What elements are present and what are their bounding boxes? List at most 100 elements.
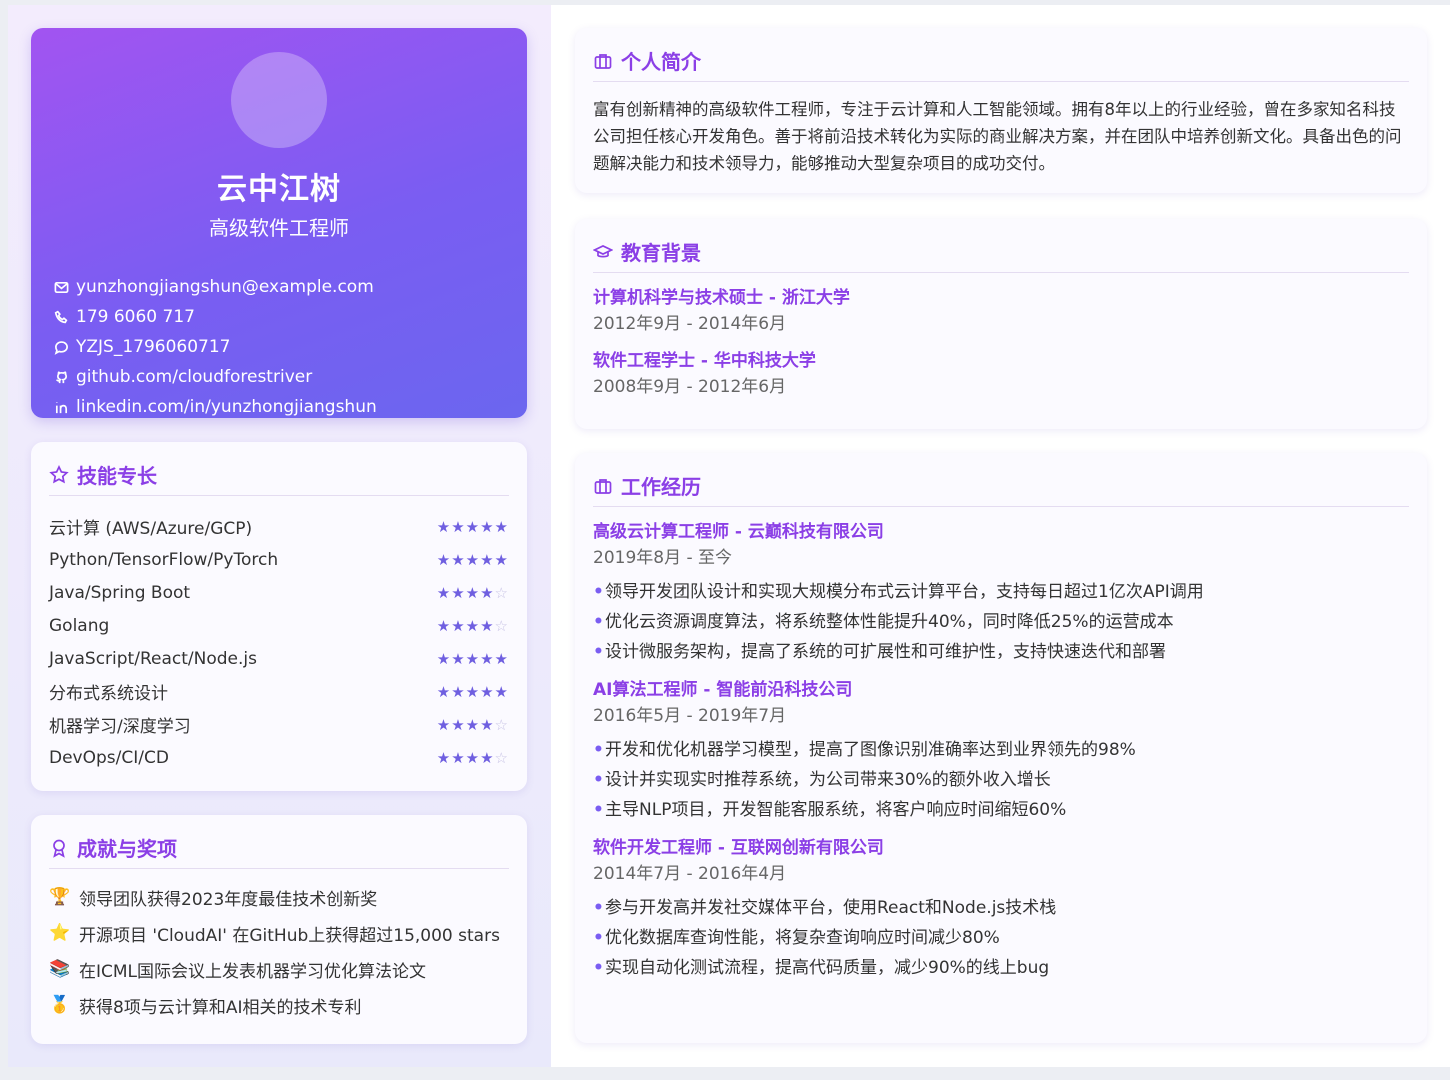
job-bullet: • 开发和优化机器学习模型，提高了图像识别准确率达到业界领先的98% — [593, 740, 1136, 760]
contact-phone-text: 179 6060 717 — [76, 307, 195, 327]
wechat-icon — [53, 339, 69, 355]
medal-icon: 🥇 — [49, 995, 71, 1015]
awards-heading: 成就与奖项 — [77, 837, 177, 861]
skill-name: Python/TensorFlow/PyTorch — [49, 549, 279, 570]
education-item: 软件工程学士 - 华中科技大学 2008年9月 - 2012年6月 — [593, 348, 1409, 400]
job-bullet: • 设计微服务架构，提高了系统的可扩展性和可维护性，支持快速迭代和部署 — [593, 642, 1166, 662]
star-filled-icon: ★ — [451, 649, 466, 668]
work-card: 工作经历 高级云计算工程师 - 云巅科技有限公司 2019年8月 - 至今 • 领… — [575, 453, 1427, 1043]
skill-rating: ★★★★☆ — [437, 749, 509, 767]
job-bullet: • 设计并实现实时推荐系统，为公司带来30%的额外收入增长 — [593, 770, 1051, 790]
star-filled-icon: ★ — [480, 616, 495, 635]
contact-email[interactable]: yunzhongjiangshun@example.com — [53, 272, 377, 302]
star-filled-icon: ★ — [465, 715, 481, 734]
contact-github[interactable]: github.com/cloudforestriver — [53, 362, 377, 392]
star-filled-icon: ★ — [494, 550, 509, 569]
star-filled-icon: ★ — [451, 616, 466, 635]
star-filled-icon: ★ — [451, 682, 466, 701]
intro-card: 个人简介 富有创新精神的高级软件工程师，专注于云计算和人工智能领域。拥有8年以上… — [575, 28, 1427, 193]
education-list: 计算机科学与技术硕士 - 浙江大学 2012年9月 - 2014年6月 软件工程… — [593, 285, 1409, 411]
award-text: 开源项目 'CloudAI' 在GitHub上获得超过15,000 stars — [79, 925, 500, 946]
mail-icon — [53, 279, 69, 295]
job-title: 软件开发工程师 - 互联网创新有限公司 — [593, 838, 884, 858]
star-filled-icon: ★ — [465, 748, 481, 767]
star-filled-icon: ★ — [480, 649, 495, 668]
star-filled-icon: ★ — [465, 682, 481, 701]
award-text: 获得8项与云计算和AI相关的技术专利 — [79, 997, 362, 1018]
star-filled-icon: ★ — [436, 649, 452, 668]
intro-heading: 个人简介 — [621, 50, 701, 74]
job-bullets: • 领导开发团队设计和实现大规模分布式云计算平台，支持每日超过1亿次API调用 •… — [593, 577, 1409, 667]
skill-item: JavaScript/React/Node.js ★★★★★ — [49, 642, 509, 675]
profile-name: 云中江树 — [217, 172, 341, 207]
skill-name: Golang — [49, 615, 110, 636]
work-heading: 工作经历 — [621, 475, 701, 499]
avatar — [231, 52, 327, 148]
skills-header: 技能专长 — [49, 462, 509, 496]
ribbon-icon — [49, 838, 69, 858]
job-date: 2014年7月 - 2016年4月 — [593, 864, 787, 884]
star-filled-icon: ★ — [436, 583, 452, 602]
star-filled-icon: ★ — [494, 649, 509, 668]
briefcase-icon — [593, 476, 613, 496]
linkedin-icon — [53, 399, 69, 415]
award-item: 🥇 获得8项与云计算和AI相关的技术专利 — [49, 987, 509, 1023]
skill-item: 机器学习/深度学习 ★★★★☆ — [49, 708, 509, 741]
job-date: 2016年5月 - 2019年7月 — [593, 706, 787, 726]
awards-card: 成就与奖项 🏆 领导团队获得2023年度最佳技术创新奖 ⭐ 开源项目 'CloudA… — [31, 815, 527, 1044]
star-icon — [49, 464, 69, 485]
job-bullet: • 领导开发团队设计和实现大规模分布式云计算平台，支持每日超过1亿次API调用 — [593, 582, 1204, 602]
job-bullet: • 参与开发高并发社交媒体平台，使用React和Node.js技术栈 — [593, 898, 1057, 918]
skill-name: 云计算 (AWS/Azure/GCP) — [49, 519, 253, 539]
contact-email-text: yunzhongjiangshun@example.com — [76, 277, 374, 297]
skill-item: Golang ★★★★☆ — [49, 609, 509, 642]
intro-text: 富有创新精神的高级软件工程师，专注于云计算和人工智能领域。拥有8年以上的行业经验… — [593, 100, 1402, 173]
award-item: 🏆 领导团队获得2023年度最佳技术创新奖 — [49, 879, 509, 915]
resume-page: 云中江树 高级软件工程师 yunzhongjiangshun@example.c… — [8, 5, 1450, 1067]
star-filled-icon: ★ — [480, 748, 495, 767]
skill-item: Python/TensorFlow/PyTorch ★★★★★ — [49, 543, 509, 576]
star-filled-icon: ★ — [465, 550, 481, 569]
star-filled-icon: ★ — [480, 550, 495, 569]
star-empty-icon: ☆ — [494, 616, 509, 635]
job-bullet: • 主导NLP项目，开发智能客服系统，将客户响应时间缩短60% — [593, 800, 1067, 820]
contact-linkedin[interactable]: linkedin.com/in/yunzhongjiangshun — [53, 392, 377, 422]
work-header: 工作经历 — [593, 473, 1409, 507]
education-header: 教育背景 — [593, 239, 1409, 273]
skill-rating: ★★★★★ — [437, 551, 509, 569]
contact-phone[interactable]: 179 6060 717 — [53, 302, 377, 332]
skill-item: 分布式系统设计 ★★★★★ — [49, 675, 509, 708]
job-bullets: • 开发和优化机器学习模型，提高了图像识别准确率达到业界领先的98% • 设计并实现… — [593, 735, 1409, 825]
award-text: 在ICML国际会议上发表机器学习优化算法论文 — [79, 961, 427, 982]
intro-header: 个人简介 — [593, 48, 1409, 82]
contact-wechat[interactable]: YZJS_1796060717 — [53, 332, 377, 362]
sidebar: 云中江树 高级软件工程师 yunzhongjiangshun@example.c… — [8, 5, 551, 1067]
skill-rating: ★★★★☆ — [437, 617, 509, 635]
star-filled-icon: ★ — [465, 583, 481, 602]
star-empty-icon: ☆ — [494, 583, 509, 602]
skill-item: 云计算 (AWS/Azure/GCP) ★★★★★ — [49, 510, 509, 543]
star-filled-icon: ★ — [451, 550, 466, 569]
award-list: 🏆 领导团队获得2023年度最佳技术创新奖 ⭐ 开源项目 'CloudAI' 在Gi… — [49, 879, 509, 1023]
work-list: 高级云计算工程师 - 云巅科技有限公司 2019年8月 - 至今 • 领导开发团队… — [593, 519, 1409, 993]
education-heading: 教育背景 — [621, 241, 701, 265]
star-filled-icon: ★ — [480, 583, 495, 602]
job-bullet: • 优化云资源调度算法，将系统整体性能提升40%，同时降低25%的运营成本 — [593, 612, 1174, 632]
skill-item: DevOps/CI/CD ★★★★☆ — [49, 741, 509, 774]
star-filled-icon: ★ — [465, 517, 481, 536]
star-filled-icon: ★ — [480, 517, 495, 536]
books-icon: 📚 — [49, 959, 71, 979]
education-item: 计算机科学与技术硕士 - 浙江大学 2012年9月 - 2014年6月 — [593, 285, 1409, 337]
star-filled-icon: ★ — [480, 715, 495, 734]
skill-rating: ★★★★☆ — [437, 716, 509, 734]
job-item: 软件开发工程师 - 互联网创新有限公司 2014年7月 - 2016年4月 • 参… — [593, 835, 1409, 983]
star-filled-icon: ★ — [465, 616, 481, 635]
skill-list: 云计算 (AWS/Azure/GCP) ★★★★★ Python/TensorFl… — [49, 510, 509, 774]
skill-name: DevOps/CI/CD — [49, 747, 169, 768]
phone-icon — [53, 309, 69, 325]
star-filled-icon: ★ — [436, 682, 452, 701]
job-title: 高级云计算工程师 - 云巅科技有限公司 — [593, 522, 884, 542]
skills-heading: 技能专长 — [77, 464, 157, 488]
star-filled-icon: ★ — [451, 517, 466, 536]
education-card: 教育背景 计算机科学与技术硕士 - 浙江大学 2012年9月 - 2014年6月… — [575, 219, 1427, 429]
